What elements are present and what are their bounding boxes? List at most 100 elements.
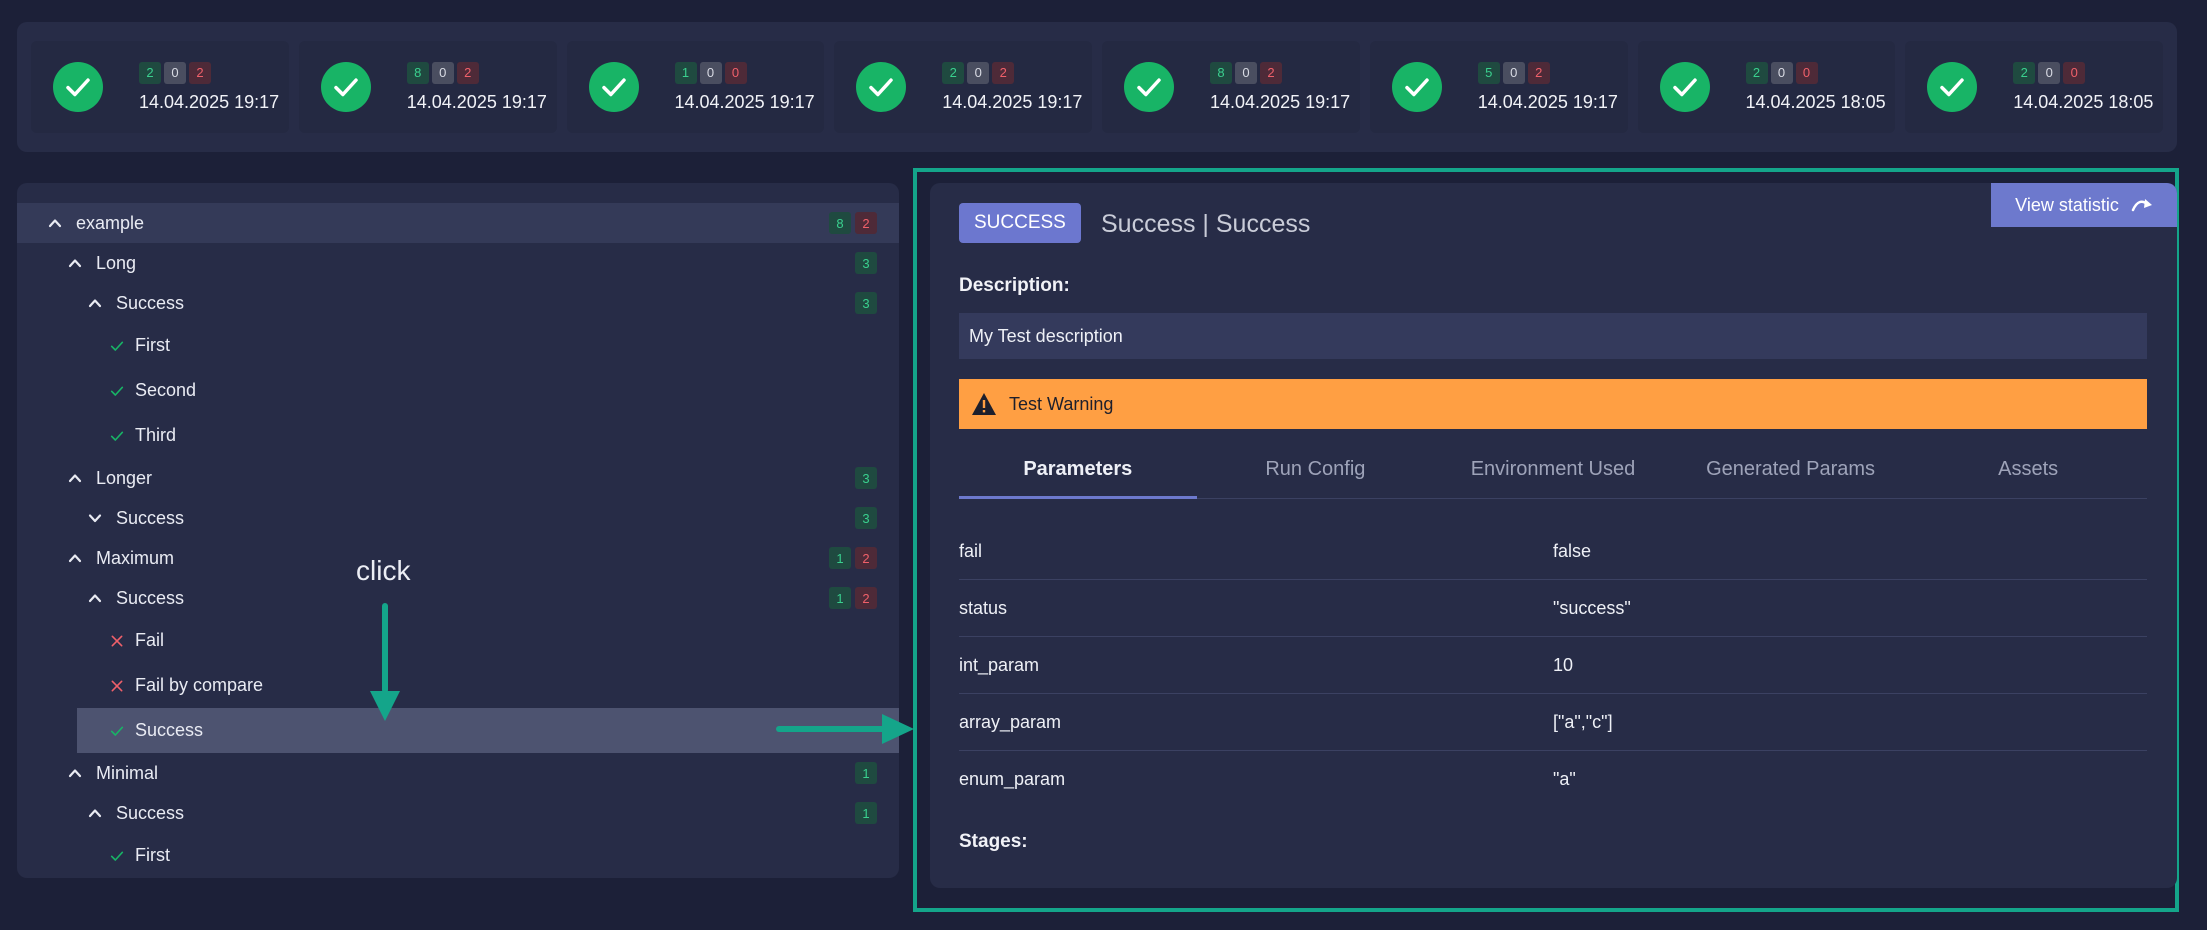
failed-count-badge: 2 [456,61,479,84]
tree-item-label: Third [135,425,177,445]
view-statistic-label: View statistic [2015,194,2119,215]
chevron-up-icon[interactable] [68,471,82,485]
tab-run-config[interactable]: Run Config [1197,441,1435,498]
tree-item-label: First [135,845,170,865]
pass-check-icon [109,723,125,739]
chevron-up-icon[interactable] [48,216,62,230]
run-info: 8 0 2 14.04.2025 19:17 [1210,61,1351,113]
tree-group-item[interactable]: Success 3 [17,283,899,323]
parameter-row: array_param ["a","c"] [959,694,2147,751]
run-card[interactable]: 1 0 0 14.04.2025 19:17 [566,41,825,133]
run-card[interactable]: 2 0 2 14.04.2025 19:17 [31,41,289,133]
run-card[interactable]: 8 0 2 14.04.2025 19:17 [1102,41,1360,133]
passed-count-badge: 1 [855,762,877,784]
click-annotation-label: click [356,555,411,586]
failed-count-badge: 2 [855,212,877,234]
tree-group-item[interactable]: Long 3 [17,243,899,283]
run-card[interactable]: 8 0 2 14.04.2025 19:17 [298,41,557,133]
tree-item-label: Success [116,587,185,608]
passed-count-badge: 8 [1210,61,1232,84]
tree-group-item[interactable]: Success 3 [17,498,899,538]
tree-group-item[interactable]: Maximum 1 2 [17,538,899,578]
tree-group-item[interactable]: Longer 3 [17,458,899,498]
run-success-icon [1391,62,1442,112]
parameter-value: "success" [1553,597,1631,618]
pass-check-icon [109,383,125,399]
tree-group-item[interactable]: Minimal 1 [17,753,899,793]
run-card[interactable]: 2 0 0 14.04.2025 18:05 [1905,41,2163,133]
chevron-up-icon[interactable] [88,806,102,820]
run-timestamp: 14.04.2025 19:17 [674,91,815,112]
tab-environment-used[interactable]: Environment Used [1434,441,1672,498]
chevron-up-icon[interactable] [68,551,82,565]
run-success-icon [1124,62,1174,112]
parameter-key: int_param [959,654,1040,675]
pass-check-icon [109,428,125,444]
chevron-up-icon[interactable] [68,256,82,270]
tree-item-counts: 82 [829,212,877,234]
chevron-up-icon[interactable] [88,591,102,605]
warning-banner: Test Warning [959,379,2147,429]
run-success-icon [1927,62,1978,112]
parameter-key: fail [959,540,983,561]
parameter-value: false [1553,540,1592,561]
chevron-down-icon[interactable] [88,511,102,525]
run-timestamp: 14.04.2025 18:05 [2013,91,2154,112]
run-timestamp: 14.04.2025 19:17 [1210,91,1351,112]
tab-generated-params[interactable]: Generated Params [1672,441,1910,498]
view-statistic-button[interactable]: View statistic [1991,183,2177,227]
run-counts: 100 [674,61,815,84]
pass-check-icon [109,848,125,864]
tree-item-label: Success [116,292,185,313]
passed-count-badge: 5 [1477,61,1500,84]
run-card[interactable]: 2 0 2 14.04.2025 19:17 [834,41,1092,133]
tree-item-label: Success [116,802,185,823]
failed-count-badge: 2 [189,61,211,84]
tree-item-counts: 3 [855,507,877,529]
pass-check-icon [109,338,125,354]
run-success-icon [53,62,103,112]
tree-item-counts: 12 [829,587,877,609]
runs-bar: 2 0 2 14.04.2025 19:17 8 0 2 14.04.2025 19:17 1 0… [17,22,2177,152]
tree-group-item[interactable]: Success 1 [17,793,899,833]
skipped-count-badge: 0 [2038,61,2061,84]
passed-count-badge: 1 [855,802,877,824]
passed-count-badge: 1 [829,547,851,569]
tree-group-item[interactable]: example 8 2 [17,203,899,243]
parameter-key: status [959,597,1008,618]
run-info: 8 0 2 14.04.2025 19:17 [406,61,547,113]
test-title: Success | Success [1101,210,1311,238]
passed-count-badge: 8 [829,212,851,234]
tab-parameters[interactable]: Parameters [959,441,1197,499]
run-card[interactable]: 2 0 0 14.04.2025 18:05 [1637,41,1896,133]
tree-item-label: Fail by compare [135,675,264,695]
chevron-up-icon[interactable] [68,766,82,780]
skipped-count-badge: 0 [1770,61,1793,84]
run-counts: 200 [2013,61,2153,84]
tree-item-label: example [76,212,145,233]
tree-group-item[interactable]: Success 1 2 [17,578,899,618]
passed-count-badge: 8 [406,61,429,84]
run-counts: 802 [1210,61,1350,84]
tree-test-item[interactable]: Fail by compare [17,663,899,708]
test-tree: example 8 2 Long 3 Success 3 First Second Third Lo… [17,183,899,878]
tab-assets[interactable]: Assets [1909,441,2147,498]
tree-test-item[interactable]: Fail [17,618,899,663]
tree-test-item[interactable]: Second [17,368,899,413]
passed-count-badge: 1 [674,61,697,84]
tree-test-item[interactable]: Third [17,413,899,458]
chevron-up-icon[interactable] [88,296,102,310]
parameter-row: status "success" [959,580,2147,637]
passed-count-badge: 2 [942,61,965,84]
run-card[interactable]: 5 0 2 14.04.2025 19:17 [1369,41,1628,133]
run-counts: 502 [1477,61,1618,84]
skipped-count-badge: 0 [431,61,454,84]
parameters-table: fail false status "success" int_param 10 array… [959,523,2147,807]
passed-count-badge: 2 [139,61,161,84]
fail-cross-icon [109,633,125,649]
run-info: 5 0 2 14.04.2025 19:17 [1477,61,1618,113]
tree-item-counts: 1 [855,762,877,784]
run-timestamp: 14.04.2025 19:17 [942,91,1083,112]
tree-test-item[interactable]: First [17,323,899,368]
tree-test-item[interactable]: First [17,833,899,878]
